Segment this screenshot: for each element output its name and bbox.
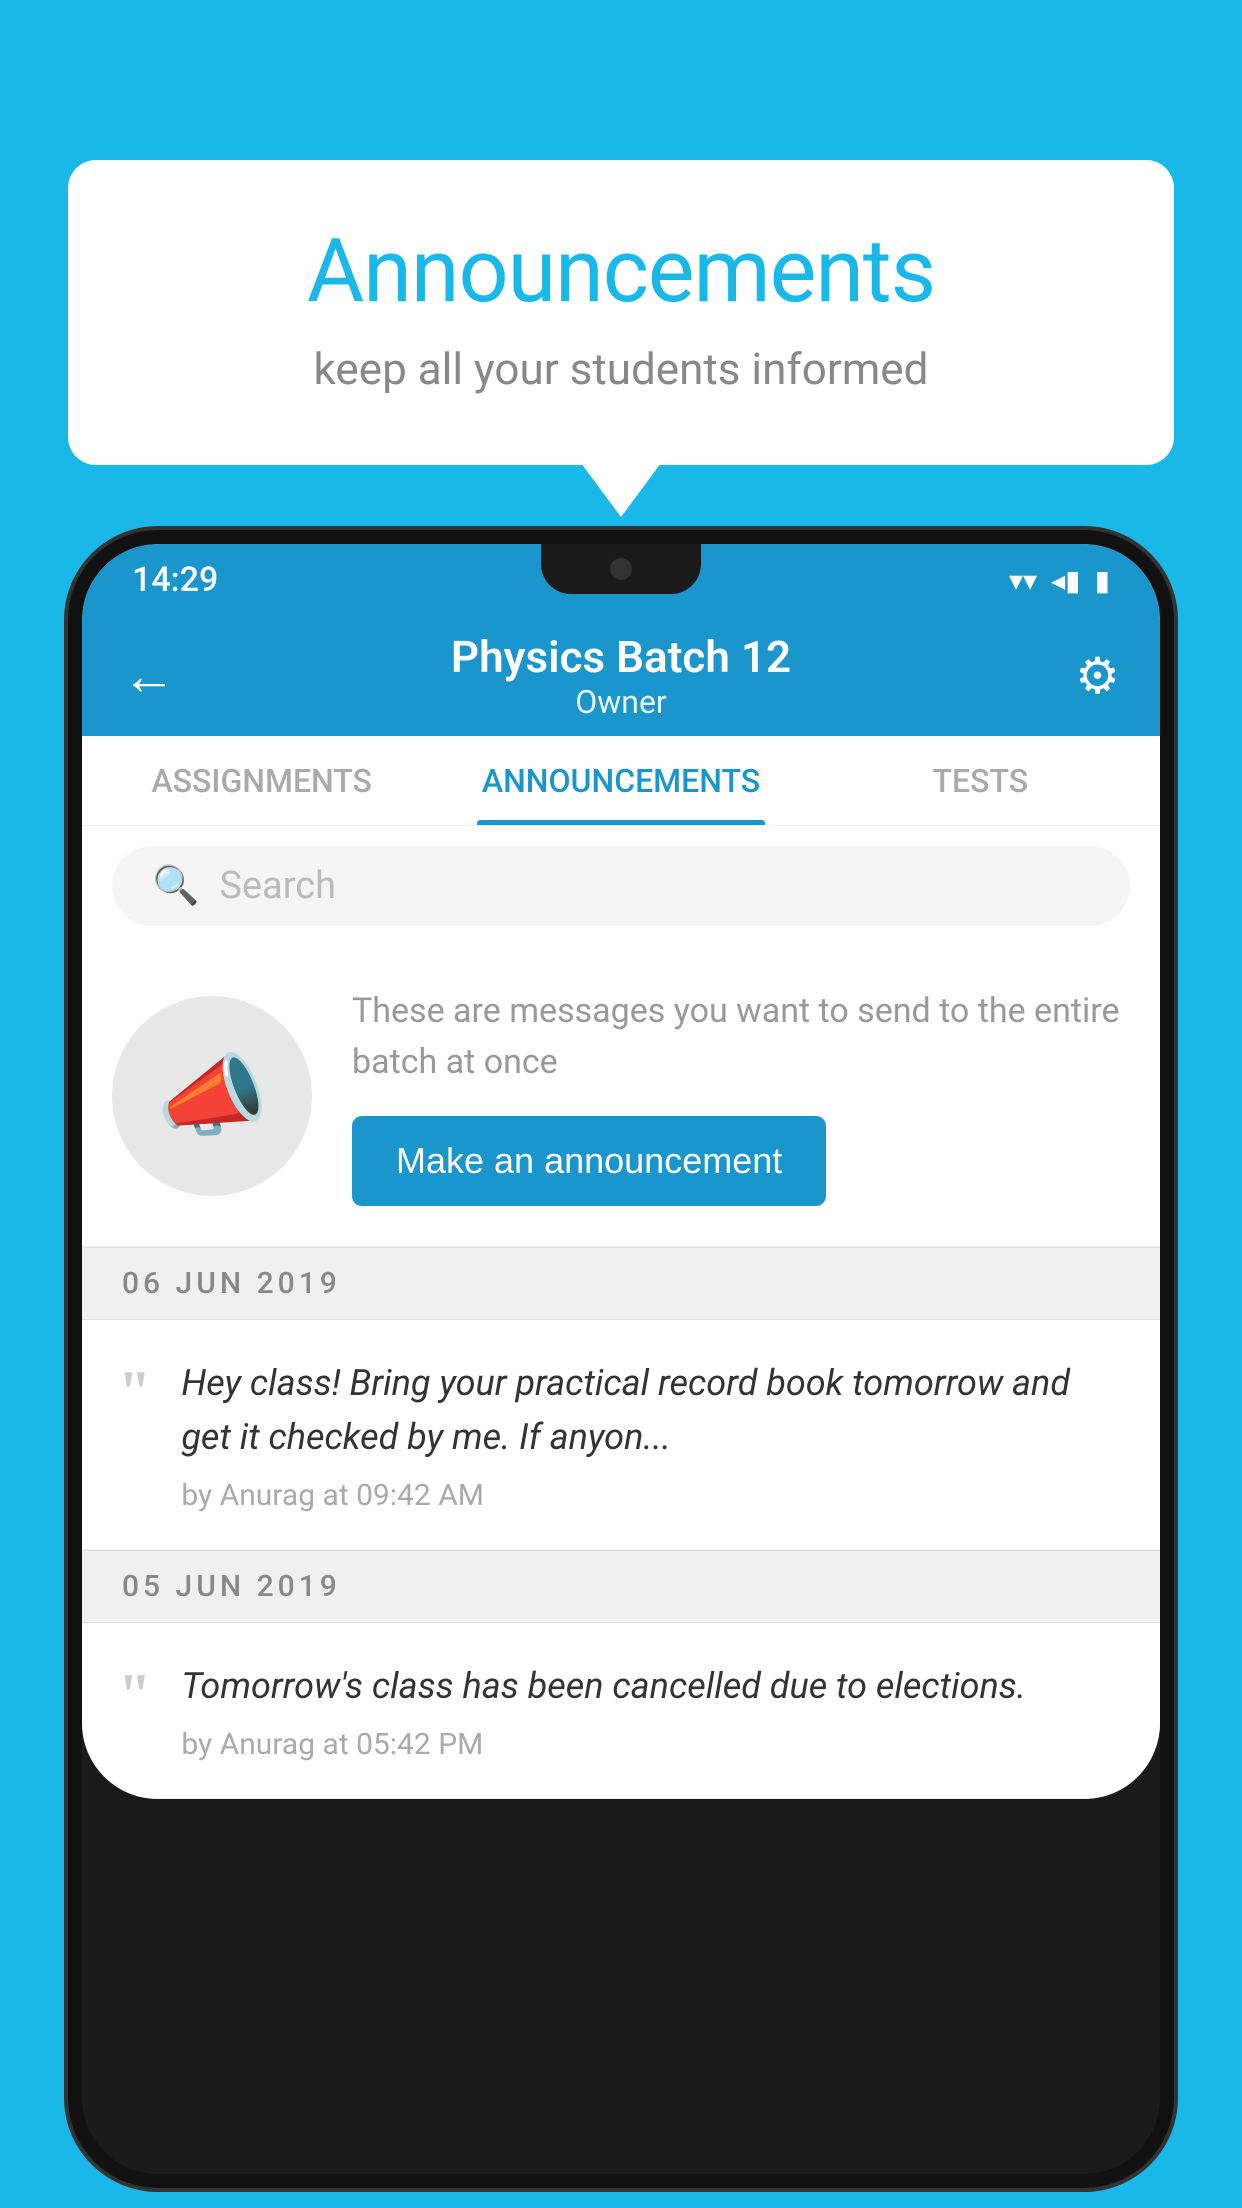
announcement-content-2: Tomorrow's class has been cancelled due … (181, 1659, 1124, 1762)
announcement-description: These are messages you want to send to t… (352, 986, 1130, 1088)
phone-container: 14:29 ▾▾ ◂▮ ▮ ← Physics Batch 12 Owner ⚙ (68, 530, 1174, 2188)
camera (610, 558, 632, 580)
announcement-item-2[interactable]: " Tomorrow's class has been cancelled du… (82, 1623, 1160, 1799)
quote-icon-2: " (118, 1665, 151, 1762)
wifi-icon: ▾▾ (1009, 564, 1037, 597)
announcement-text-2: Tomorrow's class has been cancelled due … (181, 1659, 1124, 1713)
power-button (1164, 854, 1174, 954)
phone-screen: 14:29 ▾▾ ◂▮ ▮ ← Physics Batch 12 Owner ⚙ (82, 544, 1160, 1799)
megaphone-icon: 📣 (156, 1044, 268, 1149)
announcement-meta-2: by Anurag at 05:42 PM (181, 1727, 1124, 1762)
make-announcement-button[interactable]: Make an announcement (352, 1116, 826, 1206)
search-placeholder: Search (219, 864, 336, 908)
volume-up-button (68, 804, 78, 874)
tab-assignments[interactable]: ASSIGNMENTS (82, 736, 441, 825)
announcement-item-1[interactable]: " Hey class! Bring your practical record… (82, 1320, 1160, 1550)
tab-tests[interactable]: TESTS (801, 736, 1160, 825)
back-button[interactable]: ← (122, 645, 176, 708)
volume-down-button (68, 904, 78, 974)
search-bar-container: 🔍 Search (82, 826, 1160, 946)
quote-icon-1: " (118, 1362, 151, 1513)
phone-frame: 14:29 ▾▾ ◂▮ ▮ ← Physics Batch 12 Owner ⚙ (68, 530, 1174, 2188)
batch-role: Owner (451, 683, 791, 721)
date-separator-1: 06 JUN 2019 (82, 1247, 1160, 1320)
battery-icon: ▮ (1095, 564, 1110, 597)
bubble-subtitle: keep all your students informed (148, 343, 1094, 395)
announcement-icon-circle: 📣 (112, 996, 312, 1196)
status-bar: 14:29 ▾▾ ◂▮ ▮ (82, 544, 1160, 616)
announcement-prompt: 📣 These are messages you want to send to… (82, 946, 1160, 1247)
top-bar-title-area: Physics Batch 12 Owner (451, 631, 791, 721)
date-separator-2: 05 JUN 2019 (82, 1550, 1160, 1623)
search-icon: 🔍 (152, 864, 199, 908)
tab-announcements[interactable]: ANNOUNCEMENTS (441, 736, 800, 825)
status-icons: ▾▾ ◂▮ ▮ (1009, 564, 1110, 597)
announcement-right: These are messages you want to send to t… (352, 986, 1130, 1206)
batch-title: Physics Batch 12 (451, 631, 791, 683)
bubble-title: Announcements (148, 220, 1094, 323)
announcement-meta-1: by Anurag at 09:42 AM (181, 1478, 1124, 1513)
tabs-bar: ASSIGNMENTS ANNOUNCEMENTS TESTS (82, 736, 1160, 826)
speech-bubble: Announcements keep all your students inf… (68, 160, 1174, 465)
signal-icon: ◂▮ (1051, 564, 1080, 597)
announcement-content-1: Hey class! Bring your practical record b… (181, 1356, 1124, 1513)
announcement-text-1: Hey class! Bring your practical record b… (181, 1356, 1124, 1464)
speech-bubble-container: Announcements keep all your students inf… (68, 160, 1174, 465)
search-bar[interactable]: 🔍 Search (112, 846, 1130, 926)
notch (541, 544, 701, 594)
status-time: 14:29 (132, 560, 218, 600)
settings-icon[interactable]: ⚙ (1075, 647, 1120, 706)
top-bar: ← Physics Batch 12 Owner ⚙ (82, 616, 1160, 736)
